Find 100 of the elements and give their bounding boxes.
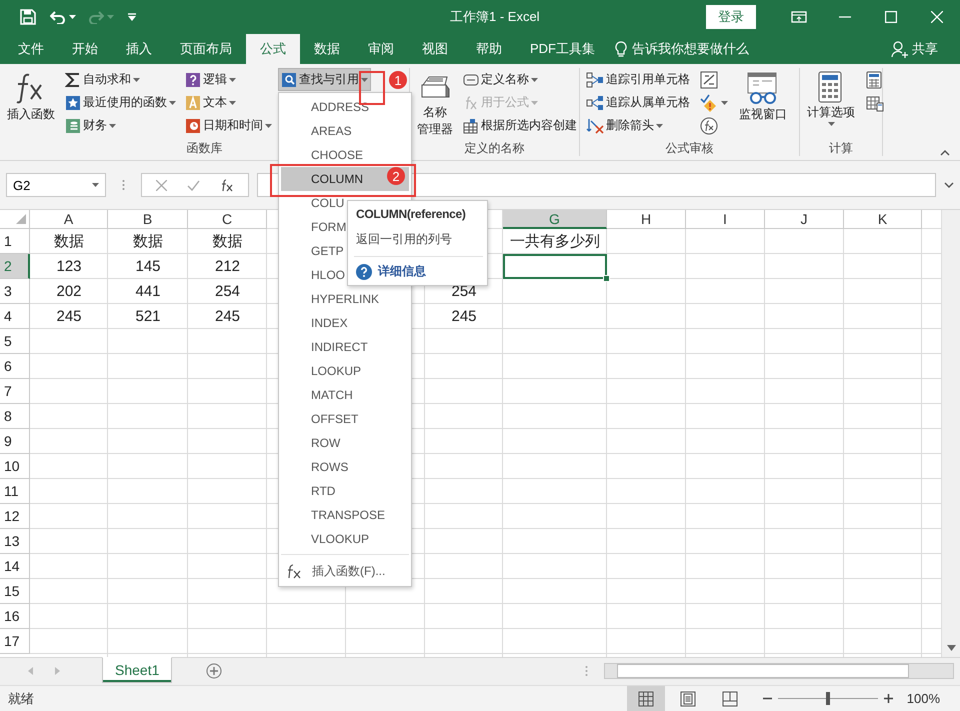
scroll-down-icon[interactable] — [946, 645, 956, 651]
ribbon-display-icon[interactable] — [791, 11, 807, 23]
cell[interactable]: 数据 — [188, 229, 267, 254]
expand-icon[interactable] — [944, 182, 954, 188]
row-header[interactable]: 15 — [0, 579, 30, 604]
undo-icon[interactable] — [50, 10, 66, 24]
menu-item[interactable]: LOOKUP — [281, 359, 409, 383]
row-header[interactable]: 10 — [0, 454, 30, 479]
cell[interactable]: 245 — [188, 304, 267, 329]
ribbon-tab[interactable]: PDF工具集 — [516, 34, 609, 64]
active-cell[interactable] — [503, 254, 607, 279]
ribbon-tab[interactable]: 审阅 — [354, 34, 408, 64]
view-button[interactable] — [626, 686, 665, 711]
row-header[interactable]: 12 — [0, 504, 30, 529]
menu-item[interactable]: OFFSET — [281, 407, 409, 431]
row-header[interactable]: 6 — [0, 354, 30, 379]
ribbon-tab[interactable]: 视图 — [408, 34, 462, 64]
row-header[interactable]: 8 — [0, 404, 30, 429]
close-icon[interactable] — [931, 11, 943, 23]
menu-item[interactable]: TRANSPOSE — [281, 503, 409, 527]
cell[interactable]: 245 — [425, 304, 503, 329]
column-header[interactable]: C — [188, 210, 267, 229]
ribbon-button[interactable]: 追踪引用单元格 — [583, 68, 693, 91]
menu-item[interactable]: ROW — [281, 431, 409, 455]
maximize-icon[interactable] — [885, 11, 897, 23]
ribbon-button[interactable]: 根据所选内容创建 — [460, 114, 580, 137]
ribbon-button[interactable]: 最近使用的函数 — [62, 91, 179, 114]
cell[interactable]: 数据 — [108, 229, 188, 254]
cell[interactable]: 一共有多少列 — [503, 229, 607, 254]
menu-item[interactable]: INDEX — [281, 311, 409, 335]
zoom-thumb[interactable] — [826, 692, 830, 705]
cell[interactable]: 212 — [188, 254, 267, 279]
menu-item[interactable]: ADDRESS — [281, 95, 409, 119]
ribbon-button[interactable]: 财务 — [62, 114, 119, 137]
cell[interactable]: 123 — [30, 254, 108, 279]
row-header[interactable]: 7 — [0, 379, 30, 404]
row-header[interactable]: 3 — [0, 279, 30, 304]
menu-item[interactable]: HYPERLINK — [281, 287, 409, 311]
help-icon[interactable] — [356, 264, 372, 280]
row-header[interactable]: 9 — [0, 429, 30, 454]
ribbon-button[interactable]: 逻辑 — [182, 68, 239, 91]
row-header[interactable]: 2 — [0, 254, 30, 279]
share-button[interactable]: 共享 — [891, 34, 938, 64]
ribbon-button[interactable]: 文本 — [182, 91, 239, 114]
zoom-level[interactable]: 100% — [906, 691, 940, 706]
column-header[interactable]: J — [765, 210, 844, 229]
row-header[interactable]: 17 — [0, 629, 30, 654]
ribbon-button[interactable]: 定义名称 — [460, 68, 541, 91]
ribbon-button[interactable]: 查找与引用 — [278, 68, 371, 91]
column-header[interactable]: I — [686, 210, 765, 229]
menu-item[interactable]: INDIRECT — [281, 335, 409, 359]
ribbon-button[interactable]: 追踪从属单元格 — [583, 91, 693, 114]
tell-me-field[interactable]: 告诉我你想要做什么 — [632, 40, 749, 58]
ribbon-tab[interactable]: 页面布局 — [166, 34, 246, 64]
cell[interactable]: 202 — [30, 279, 108, 304]
cell[interactable]: 254 — [188, 279, 267, 304]
column-header[interactable]: H — [607, 210, 686, 229]
sheet-tab[interactable]: Sheet1 — [102, 657, 172, 683]
ribbon-button[interactable]: 计算选项 — [803, 68, 859, 129]
customize-icon[interactable] — [128, 13, 136, 21]
menu-item[interactable]: 插入函数(F)... — [279, 558, 411, 584]
cell[interactable]: 数据 — [30, 229, 108, 254]
ribbon-button[interactable]: 监视窗口 — [735, 68, 791, 125]
ribbon-button[interactable]: 名称 管理器 — [413, 68, 457, 140]
horizontal-scrollbar[interactable] — [604, 663, 954, 679]
ribbon-tab[interactable]: 插入 — [112, 34, 166, 64]
row-header[interactable]: 4 — [0, 304, 30, 329]
add-sheet-icon[interactable] — [206, 663, 222, 679]
save-icon[interactable] — [20, 9, 36, 25]
row-header[interactable]: 5 — [0, 329, 30, 354]
ribbon-tab[interactable]: 文件 — [4, 34, 58, 64]
name-box[interactable]: G2 — [6, 173, 106, 197]
row-header[interactable]: 14 — [0, 554, 30, 579]
column-header[interactable]: B — [108, 210, 188, 229]
menu-item[interactable]: AREAS — [281, 119, 409, 143]
ribbon-button[interactable]: 日期和时间 — [182, 114, 275, 137]
menu-item[interactable]: VLOOKUP — [281, 527, 409, 551]
ribbon-tab[interactable]: 数据 — [300, 34, 354, 64]
ribbon-tab[interactable]: 公式 — [246, 34, 300, 64]
menu-item[interactable]: ROWS — [281, 455, 409, 479]
help-link[interactable]: 详细信息 — [378, 263, 426, 280]
row-header[interactable]: 1 — [0, 229, 30, 254]
collapse-ribbon-icon[interactable] — [940, 150, 950, 156]
column-header[interactable]: K — [844, 210, 922, 229]
ribbon-tab[interactable]: 开始 — [58, 34, 112, 64]
menu-item[interactable]: CHOOSE — [281, 143, 409, 167]
row-header[interactable]: 13 — [0, 529, 30, 554]
menu-item[interactable]: RTD — [281, 479, 409, 503]
row-header[interactable]: 11 — [0, 479, 30, 504]
column-header[interactable]: G — [503, 210, 607, 229]
ribbon-button[interactable]: 自动求和 — [62, 68, 143, 91]
sign-in-button[interactable]: 登录 — [706, 5, 756, 29]
row-header[interactable]: 16 — [0, 604, 30, 629]
cell[interactable]: 245 — [30, 304, 108, 329]
cell[interactable]: 441 — [108, 279, 188, 304]
menu-item[interactable]: MATCH — [281, 383, 409, 407]
column-header[interactable]: A — [30, 210, 108, 229]
ribbon-button[interactable]: 删除箭头 — [583, 114, 666, 137]
ribbon-button[interactable]: 插入函数 — [3, 68, 59, 125]
cell[interactable]: 521 — [108, 304, 188, 329]
